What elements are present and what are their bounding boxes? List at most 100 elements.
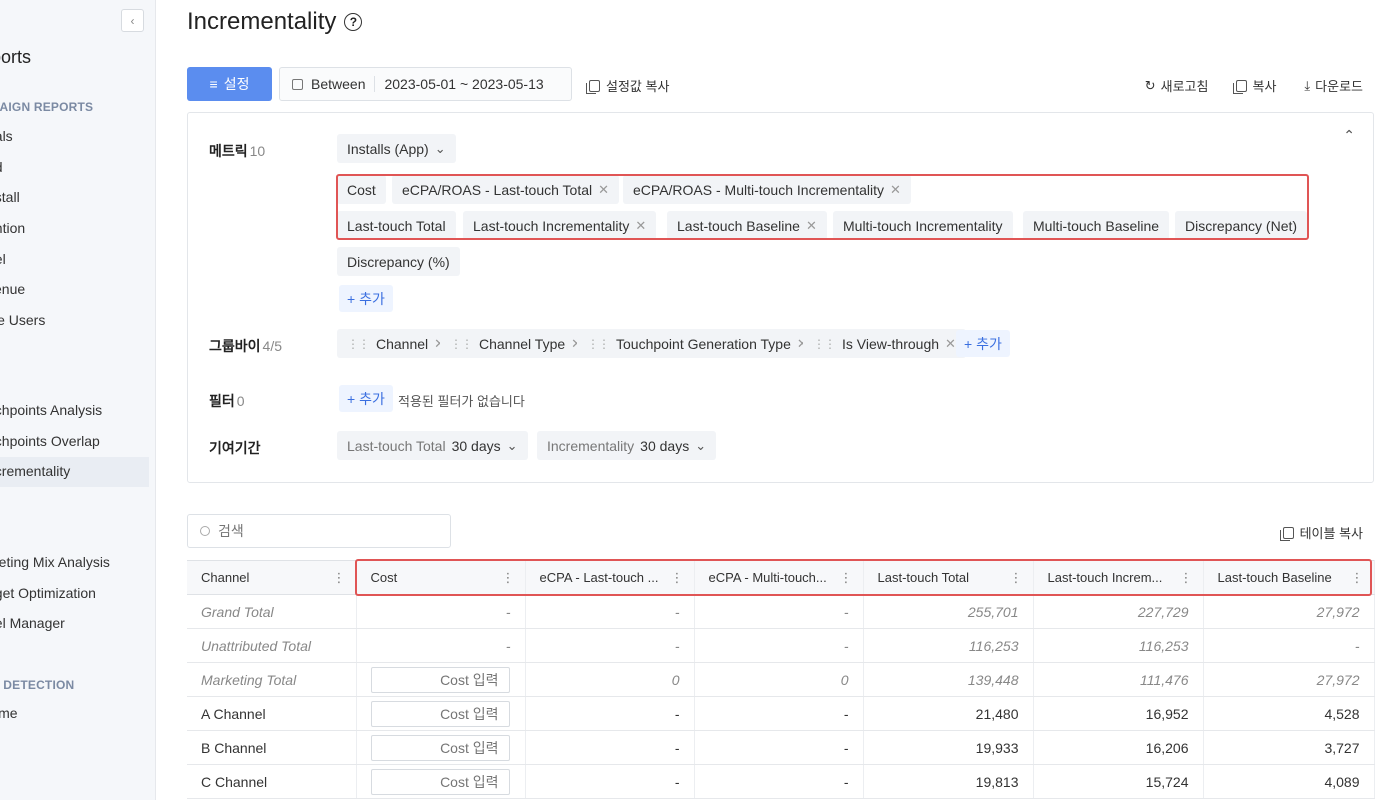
sidebar-item-funnel[interactable]: nel — [0, 251, 6, 267]
filter-row-label: 필터 0 — [209, 391, 245, 411]
metric-chip[interactable]: Discrepancy (%) — [337, 247, 460, 276]
metric-chip[interactable]: eCPA/ROAS - Last-touch Total ✕ — [392, 175, 620, 204]
table-row: C Channel--19,81315,7244,089 — [187, 764, 1375, 799]
add-metric-button[interactable]: + 추가 — [339, 285, 393, 312]
more-vertical-icon[interactable]: ⋮ — [502, 570, 515, 586]
close-icon[interactable]: ✕ — [635, 218, 646, 234]
metric-chip[interactable]: eCPA/ROAS - Multi-touch Incrementality ✕ — [623, 175, 911, 204]
table-search[interactable] — [187, 514, 451, 548]
more-vertical-icon[interactable]: ⋮ — [1010, 570, 1023, 586]
chevron-up-icon[interactable]: ⌃ — [1343, 127, 1355, 144]
sidebar-item-touchpoints-overlap[interactable]: uchpoints Overlap — [0, 433, 100, 449]
more-vertical-icon[interactable]: ⋮ — [1351, 570, 1364, 586]
sidebar-item-budget-optimization[interactable]: dget Optimization — [0, 585, 96, 601]
copy-button[interactable]: 복사 — [1233, 76, 1276, 95]
sidebar-item-model-manager[interactable]: del Manager — [0, 615, 65, 631]
more-vertical-icon[interactable]: ⋮ — [1180, 570, 1193, 586]
drag-handle-icon[interactable]: ⋮⋮ — [347, 337, 370, 351]
sidebar-item-incrementality[interactable]: ncrementality — [0, 457, 149, 487]
page-title: Incrementality ? — [187, 8, 363, 36]
cell-lt-total: 116,253 — [863, 628, 1034, 663]
metric-chip[interactable]: Discrepancy (Net) — [1175, 211, 1308, 240]
metric-chip[interactable]: Cost — [337, 175, 386, 204]
metric-chip[interactable]: Last-touch Baseline ✕ — [667, 211, 827, 240]
cell-ecpa-lt: - — [525, 628, 695, 663]
cost-input[interactable] — [370, 700, 510, 727]
metric-chip[interactable]: Last-touch Incrementality ✕ — [463, 211, 657, 240]
groupby-chip[interactable]: ⋮⋮ Is View-through ✕ — [803, 329, 966, 358]
sidebar-item-revenue[interactable]: venue — [0, 281, 25, 297]
more-vertical-icon[interactable]: ⋮ — [333, 570, 346, 586]
cost-input[interactable] — [370, 666, 510, 693]
copy-table-button[interactable]: 테이블 복사 — [1279, 523, 1363, 542]
search-input[interactable] — [218, 523, 418, 539]
groupby-chip[interactable]: ⋮⋮Touchpoint Generation Type✕ — [577, 329, 818, 358]
top-actions: ↻ 새로고침 복사 ⤓ 다운로드 — [1145, 76, 1363, 95]
refresh-label: 새로고침 — [1160, 79, 1209, 94]
cell-lt-base: 4,089 — [1203, 764, 1375, 799]
metric-chip[interactable]: Multi-touch Baseline — [1023, 211, 1170, 240]
column-header-ecpa-last-touch[interactable]: eCPA - Last-touch ... ⋮ — [525, 560, 695, 595]
cell-ecpa-lt: 0 — [525, 662, 695, 697]
metric-chip-label: Last-touch Baseline — [677, 217, 800, 234]
cost-input[interactable] — [370, 768, 510, 795]
sidebar-item-active-users[interactable]: ive Users — [0, 312, 45, 328]
cell-lt-total: 139,448 — [863, 662, 1034, 697]
cell-cost — [356, 730, 526, 765]
sidebar-item-real-time[interactable]: Time — [0, 705, 18, 721]
settings-panel: ⌃ 메트릭 10 Installs (App) ⌄ Cost eCPA/ROAS -… — [187, 112, 1374, 483]
close-icon[interactable]: ✕ — [945, 336, 956, 352]
attribution-row-label: 기여기간 — [209, 440, 261, 456]
sidebar-item-touchpoints-analysis[interactable]: uchpoints Analysis — [0, 402, 102, 418]
column-header-last-touch-baseline[interactable]: Last-touch Baseline ⋮ — [1203, 560, 1375, 595]
page-title-text: Incrementality — [187, 8, 337, 35]
groupby-label: 그룹바이 — [209, 338, 261, 354]
close-icon[interactable]: ✕ — [890, 182, 901, 198]
drag-handle-icon[interactable]: ⋮⋮ — [450, 337, 473, 351]
more-vertical-icon[interactable]: ⋮ — [840, 570, 853, 586]
close-icon[interactable]: ✕ — [598, 182, 609, 198]
sidebar-item-visuals[interactable]: uals — [0, 128, 13, 144]
sidebar-collapse-button[interactable]: ‹ — [121, 9, 144, 32]
attribution-dropdown-incrementality[interactable]: Incrementality 30 days ⌄ — [537, 431, 717, 460]
column-header-last-touch-total[interactable]: Last-touch Total ⋮ — [863, 560, 1034, 595]
cell-ecpa-mt: 0 — [694, 662, 864, 697]
column-header-cost[interactable]: Cost ⋮ — [356, 560, 526, 595]
sidebar-item-retention[interactable]: ention — [0, 220, 25, 236]
sidebar-item-install[interactable]: nstall — [0, 189, 20, 205]
cost-input[interactable] — [370, 734, 510, 761]
sidebar-item-trend[interactable]: nd — [0, 159, 3, 175]
refresh-button[interactable]: ↻ 새로고침 — [1145, 76, 1209, 95]
drag-handle-icon[interactable]: ⋮⋮ — [587, 337, 610, 351]
column-header-ecpa-multi-touch[interactable]: eCPA - Multi-touch... ⋮ — [694, 560, 864, 595]
add-groupby-button[interactable]: + 추가 — [956, 330, 1010, 357]
column-header-channel[interactable]: Channel ⋮ — [187, 560, 357, 595]
groupby-count: 4/5 — [262, 338, 282, 354]
date-range-picker[interactable]: Between 2023-05-01 ~ 2023-05-13 — [279, 67, 572, 101]
metric-chip-label: Multi-touch Baseline — [1033, 217, 1160, 234]
download-button[interactable]: ⤓ 다운로드 — [1304, 76, 1363, 95]
metric-event-dropdown[interactable]: Installs (App) ⌄ — [337, 134, 456, 163]
add-filter-button[interactable]: + 추가 — [339, 385, 393, 412]
metric-chip[interactable]: Multi-touch Incrementality — [833, 211, 1013, 240]
table-row: Marketing Total00139,448111,47627,972 — [187, 662, 1375, 697]
close-icon[interactable]: ✕ — [806, 218, 817, 234]
more-vertical-icon[interactable]: ⋮ — [671, 570, 684, 586]
drag-handle-icon[interactable]: ⋮⋮ — [813, 337, 836, 351]
column-header-label: Channel — [201, 570, 250, 585]
cell-lt-incr: 116,253 — [1033, 628, 1204, 663]
groupby-chip[interactable]: ⋮⋮Channel Type✕ — [440, 329, 593, 358]
metric-chip[interactable]: Last-touch Total — [337, 211, 456, 240]
attribution-dropdown-last-touch[interactable]: Last-touch Total 30 days ⌄ — [337, 431, 528, 460]
groupby-chip[interactable]: ⋮⋮Channel✕ — [337, 329, 456, 358]
metric-chip-label: Discrepancy (Net) — [1185, 217, 1298, 234]
date-range-value: 2023-05-01 ~ 2023-05-13 — [384, 76, 544, 92]
groupby-row-label: 그룹바이 4/5 — [209, 336, 282, 356]
sidebar-item-marketing-mix[interactable]: rketing Mix Analysis — [0, 554, 110, 570]
copy-settings-button[interactable]: 설정값 복사 — [586, 76, 669, 95]
help-icon[interactable]: ? — [344, 13, 363, 31]
column-header-label: Last-touch Total — [877, 570, 970, 585]
settings-button[interactable]: ≡ 설정 — [187, 67, 272, 101]
column-header-last-touch-incrementality[interactable]: Last-touch Increm... ⋮ — [1033, 560, 1204, 595]
cell-ecpa-lt: - — [525, 696, 695, 731]
